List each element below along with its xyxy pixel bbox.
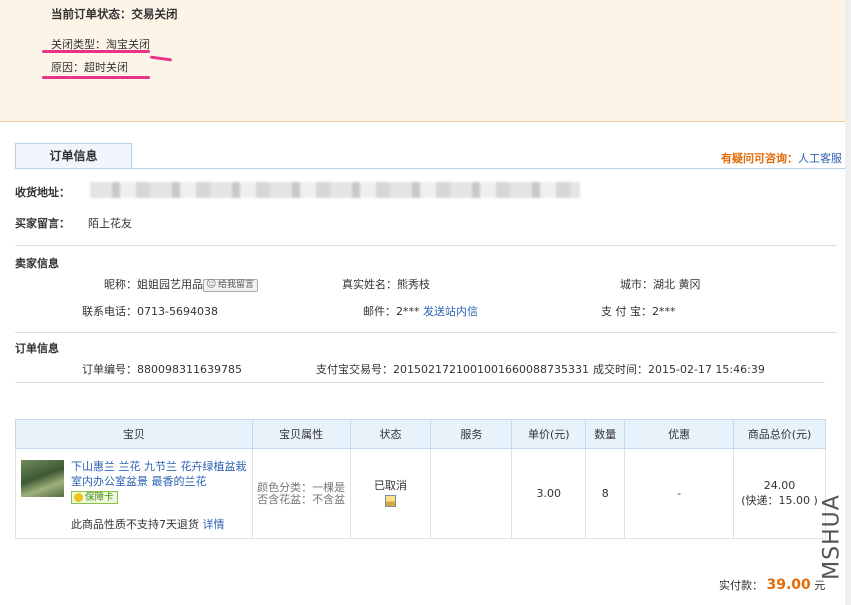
item-total: 24.00 [763,479,796,492]
nickname-value: 姐姐园艺用品 [137,278,203,291]
product-title-block: 下山惠兰 兰花 九节兰 花卉绿植盆栽室内办公室盆景 最香的兰花 保障卡 [71,459,251,504]
actual-payment: 实付款： 39.00 元 [719,577,825,593]
email-label: 邮件： [363,305,396,318]
deal-time: 成交时间：2015-02-17 15:46:39 [593,361,765,377]
order-items-table: 宝贝 宝贝属性 状态 服务 单价(元) 数量 优惠 商品总价(元) 下山惠兰 兰… [15,419,826,539]
column-header: 状态 [349,419,432,449]
buyer-message-label: 买家留言： [15,217,70,230]
order-number: 订单编号：880098311639785 [82,361,242,377]
product-title-link[interactable]: 下山惠兰 兰花 九节兰 花卉绿植盆栽室内办公室盆景 最香的兰花 [71,460,247,488]
divider [15,382,825,383]
realname-value: 熊秀枝 [397,278,430,291]
no-return-text: 此商品性质不支持7天退货 [71,518,199,531]
seller-nickname: 昵称：姐姐园艺用品给我留言 [104,276,259,292]
help-contact: 有疑问可咨询：人工客服 [721,150,842,166]
item-quantity: 8 [585,448,626,539]
no-return-notice: 此商品性质不支持7天退货 详情 [71,516,225,532]
order-number-value: 880098311639785 [137,363,242,376]
item-service [430,448,513,539]
order-status-panel: 当前订单状态：交易关闭 关闭类型：淘宝关闭 原因：超时关闭 [0,0,851,122]
order-status-label: 当前订单状态： [51,7,132,21]
send-message-link[interactable]: 发送站内信 [423,305,478,318]
email-value: 2*** [396,305,420,318]
item-unit-price: 3.00 [511,448,587,539]
item-attributes: 颜色分类：一棵是否含花盆：不含盆 [251,448,351,539]
leave-message-button[interactable]: 给我留言 [203,279,259,292]
item-status: 已取消 [349,448,432,539]
item-cell: 下山惠兰 兰花 九节兰 花卉绿植盆栽室内办公室盆景 最香的兰花 保障卡 此商品性… [15,448,253,539]
deal-time-value: 2015-02-17 15:46:39 [648,363,765,376]
table-header-row: 宝贝 宝贝属性 状态 服务 单价(元) 数量 优惠 商品总价(元) [15,419,826,449]
highlight-underline-tail [149,55,173,62]
city-label: 城市： [620,278,653,291]
divider [15,245,837,246]
alipay-value: 2*** [652,305,676,318]
product-thumbnail[interactable] [21,460,64,497]
seller-city: 城市：湖北 黄冈 [620,276,701,292]
order-status-value: 交易关闭 [131,7,178,21]
column-header: 商品总价(元) [733,419,826,449]
customer-service-link[interactable]: 人工客服 [798,152,842,165]
guarantee-badge[interactable]: 保障卡 [71,491,118,504]
seller-phone: 联系电话：0713-5694038 [82,303,218,319]
payment-amount: 39.00 [766,577,811,593]
order-status: 当前订单状态：交易关闭 [51,6,178,22]
column-header: 单价(元) [511,419,587,449]
address-blurred [90,182,580,198]
highlight-underline [42,50,150,53]
order-section-title: 订单信息 [15,342,59,355]
address-label: 收货地址： [15,186,70,199]
seller-realname: 真实姓名：熊秀枝 [342,276,430,292]
table-row: 下山惠兰 兰花 九节兰 花卉绿植盆栽室内办公室盆景 最香的兰花 保障卡 此商品性… [15,448,826,539]
phone-value: 0713-5694038 [137,305,218,318]
realname-label: 真实姓名： [342,278,397,291]
divider [15,332,837,333]
order-number-label: 订单编号： [82,363,137,376]
seller-alipay: 支 付 宝：2*** [601,303,676,319]
column-header: 优惠 [624,419,735,449]
alipay-no-value: 2015021721001001660088735331 [393,363,589,376]
alipay-trade-number: 支付宝交易号：2015021721001001660088735331 [316,361,589,377]
status-text: 已取消 [373,479,407,492]
reason-value: 超时关闭 [84,61,128,74]
deal-time-label: 成交时间： [593,363,648,376]
column-header: 宝贝属性 [251,419,351,449]
payment-label: 实付款： [719,579,763,592]
help-text: 有疑问可咨询： [721,152,798,165]
reason-label: 原因： [51,61,84,74]
tab-divider [15,168,851,169]
vertical-scrollbar[interactable] [845,0,851,605]
buyer-message: 陌上花友 [88,217,132,230]
item-total-cell: 24.00 (快递：15.00 ) [733,448,826,539]
seller-email: 邮件：2*** 发送站内信 [363,303,478,319]
tab-order-info[interactable]: 订单信息 [15,143,132,169]
column-header: 宝贝 [15,419,253,449]
nickname-label: 昵称： [104,278,137,291]
phone-label: 联系电话： [82,305,137,318]
seller-section-title: 卖家信息 [15,257,59,270]
highlight-underline [42,76,150,79]
close-reason: 原因：超时关闭 [51,59,128,75]
watermark-text: MSHUA [819,494,845,580]
watermark: MSHUA [819,484,845,590]
snapshot-icon[interactable] [384,495,396,507]
order-detail-page: 当前订单状态：交易关闭 关闭类型：淘宝关闭 原因：超时关闭 订单信息 有疑问可咨… [0,0,851,605]
item-discount: - [624,448,735,539]
detail-link[interactable]: 详情 [203,518,225,531]
column-header: 数量 [585,419,626,449]
alipay-no-label: 支付宝交易号： [316,363,393,376]
alipay-label: 支 付 宝： [601,305,652,318]
column-header: 服务 [430,419,513,449]
item-shipping: (快递：15.00 ) [741,494,818,507]
city-value: 湖北 黄冈 [653,278,701,291]
